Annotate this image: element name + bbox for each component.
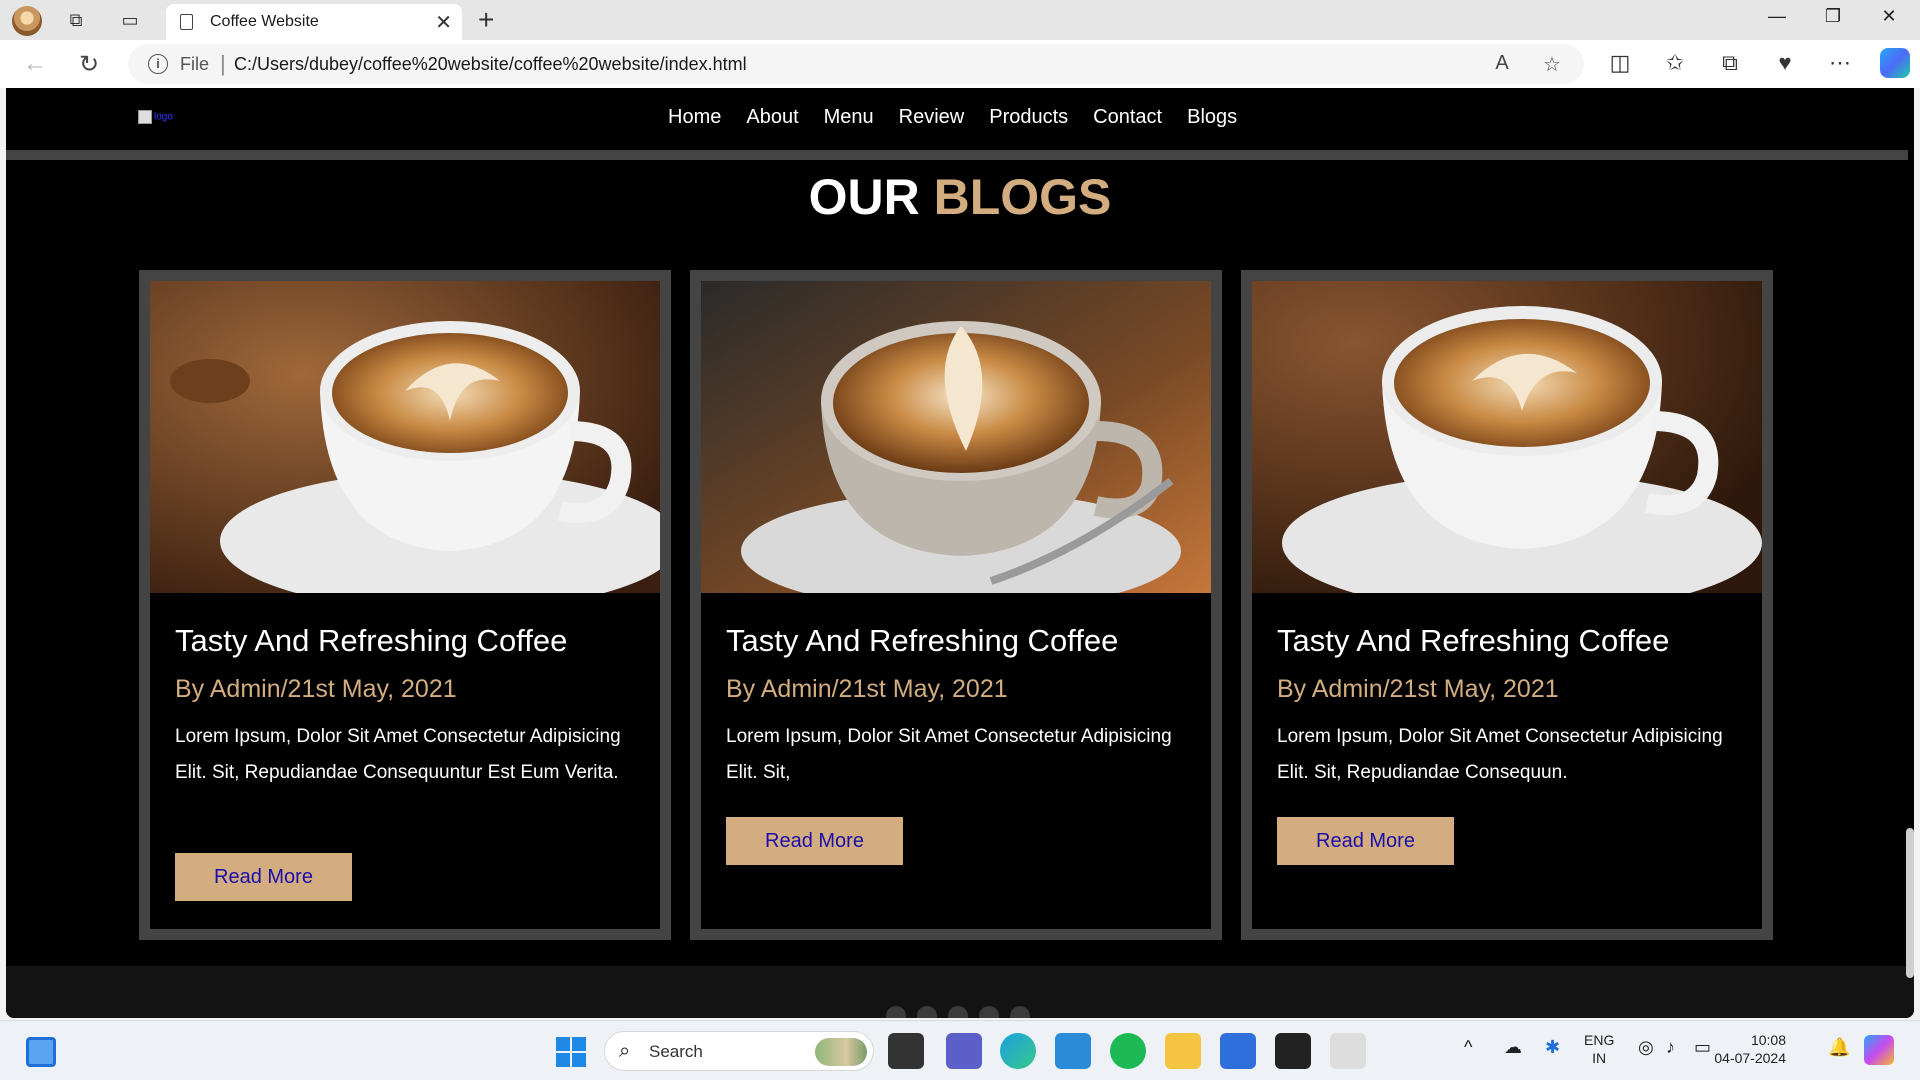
read-aloud-icon[interactable]: A xyxy=(1488,52,1516,75)
close-tab-icon[interactable]: ✕ xyxy=(435,10,452,35)
onedrive-icon[interactable]: ☁ xyxy=(1504,1037,1522,1058)
blog-card: Tasty And Refreshing Coffee By Admin/21s… xyxy=(139,270,671,940)
amazon-icon[interactable] xyxy=(1330,1033,1366,1069)
tab-title: Coffee Website xyxy=(210,13,319,30)
bluetooth-icon[interactable]: ✱ xyxy=(1545,1037,1560,1058)
new-tab-button[interactable]: + xyxy=(478,4,494,36)
read-more-button[interactable]: Read More xyxy=(1277,817,1454,865)
address-bar[interactable]: i File | C:/Users/dubey/coffee%20website… xyxy=(128,44,1584,84)
vscode-icon[interactable] xyxy=(1055,1033,1091,1069)
url-text[interactable]: C:/Users/dubey/coffee%20website/coffee%2… xyxy=(234,54,747,75)
blog-meta: By Admin/21st May, 2021 xyxy=(1277,675,1559,703)
search-icon: ⌕ xyxy=(619,1040,631,1062)
search-highlight-image xyxy=(815,1038,867,1066)
nav-link-home[interactable]: Home xyxy=(668,106,721,128)
carousel-dot[interactable] xyxy=(948,1006,968,1018)
site-header: logo Home About Menu Review Products Contact B… xyxy=(6,88,1914,150)
taskbar-search[interactable]: ⌕ Search xyxy=(604,1031,874,1071)
task-view-icon[interactable] xyxy=(888,1033,924,1069)
favorites-icon[interactable]: ✩ xyxy=(1660,50,1690,76)
refresh-button[interactable]: ↻ xyxy=(74,50,104,79)
vertical-tabs-icon[interactable]: ▭ xyxy=(118,8,142,32)
teams-icon[interactable] xyxy=(946,1033,982,1069)
blog-text: Lorem Ipsum, Dolor Sit Amet Consectetur … xyxy=(175,726,621,783)
page-viewport: logo Home About Menu Review Products Contact B… xyxy=(6,88,1914,1018)
network-icon[interactable]: ◎ xyxy=(1638,1037,1654,1058)
browser-essentials-icon[interactable]: ♥ xyxy=(1770,50,1800,76)
browser-toolbar: ← ↻ i File | C:/Users/dubey/coffee%20web… xyxy=(0,40,1920,88)
system-clock[interactable]: 10:08 04-07-2024 xyxy=(1706,1031,1786,1067)
volume-icon[interactable]: ♪ xyxy=(1666,1037,1675,1058)
document-icon xyxy=(180,14,193,30)
search-label: Search xyxy=(649,1042,703,1061)
heading-white: OUR xyxy=(808,169,920,225)
nav-link-products[interactable]: Products xyxy=(989,106,1068,128)
taskbar: ⌕ Search ^ ☁ ✱ ENG IN ◎ ♪ ▭ 10:08 04-07-… xyxy=(0,1020,1920,1080)
more-options-icon[interactable]: ⋯ xyxy=(1825,50,1855,76)
nav-link-review[interactable]: Review xyxy=(899,106,965,128)
store-icon[interactable] xyxy=(1220,1033,1256,1069)
heading-accent: Blogs xyxy=(933,169,1112,225)
nav-link-about[interactable]: About xyxy=(746,106,798,128)
section-heading: OUR Blogs xyxy=(6,168,1914,226)
restore-button[interactable]: ❐ xyxy=(1818,6,1848,27)
info-icon[interactable]: i xyxy=(148,54,168,74)
minimize-button[interactable]: — xyxy=(1762,6,1792,27)
carousel-dot[interactable] xyxy=(979,1006,999,1018)
collections-icon[interactable]: ⧉ xyxy=(1715,50,1745,76)
language-indicator[interactable]: ENG IN xyxy=(1584,1031,1614,1067)
blog-card: Tasty And Refreshing Coffee By Admin/21s… xyxy=(1241,270,1773,940)
copilot-icon[interactable] xyxy=(1880,48,1910,78)
widgets-icon[interactable] xyxy=(26,1037,56,1067)
clock-date: 04-07-2024 xyxy=(1714,1050,1786,1066)
split-screen-icon[interactable]: ◫ xyxy=(1605,50,1635,76)
carousel-dot[interactable] xyxy=(917,1006,937,1018)
url-scheme-label: File xyxy=(180,54,210,74)
blog-meta: By Admin/21st May, 2021 xyxy=(726,675,1008,703)
lang-line1: ENG xyxy=(1584,1032,1615,1048)
blog-text: Lorem Ipsum, Dolor Sit Amet Consectetur … xyxy=(1277,726,1723,783)
header-divider xyxy=(6,150,1908,160)
edge-icon[interactable] xyxy=(1000,1033,1036,1069)
coffee-cup-image xyxy=(1252,281,1762,593)
blog-title: Tasty And Refreshing Coffee xyxy=(726,623,1119,658)
lang-line2: IN xyxy=(1592,1050,1607,1066)
notifications-icon[interactable]: 🔔 xyxy=(1828,1037,1850,1058)
blog-meta: By Admin/21st May, 2021 xyxy=(175,675,457,703)
read-more-button[interactable]: Read More xyxy=(726,817,903,865)
url-separator: | xyxy=(220,51,226,76)
favorite-star-icon[interactable]: ☆ xyxy=(1538,52,1566,77)
carousel-dots xyxy=(886,1006,1041,1018)
site-logo[interactable]: logo xyxy=(138,110,173,124)
back-button[interactable]: ← xyxy=(20,50,50,78)
browser-title-bar: ⧉ ▭ Coffee Website ✕ + — ❐ ✕ xyxy=(0,0,1920,40)
coffee-cup-image xyxy=(701,281,1211,593)
carousel-dot[interactable] xyxy=(1010,1006,1030,1018)
blog-text: Lorem Ipsum, Dolor Sit Amet Consectetur … xyxy=(726,726,1172,783)
nav-link-blogs[interactable]: Blogs xyxy=(1187,106,1237,128)
tab-coffee-website[interactable]: Coffee Website ✕ xyxy=(166,4,462,40)
coffee-cup-image xyxy=(150,281,660,593)
broken-image-icon xyxy=(138,110,152,124)
logo-alt-text: logo xyxy=(154,111,173,123)
workspaces-icon[interactable]: ⧉ xyxy=(64,8,88,32)
read-more-button[interactable]: Read More xyxy=(175,853,352,901)
close-window-button[interactable]: ✕ xyxy=(1874,6,1904,27)
clock-time: 10:08 xyxy=(1750,1032,1786,1048)
profile-avatar[interactable] xyxy=(12,6,42,36)
copilot-taskbar-icon[interactable] xyxy=(1864,1035,1894,1065)
carousel-dot[interactable] xyxy=(886,1006,906,1018)
dropbox-icon[interactable] xyxy=(1275,1033,1311,1069)
nav-link-contact[interactable]: Contact xyxy=(1093,106,1162,128)
blog-card: Tasty And Refreshing Coffee By Admin/21s… xyxy=(690,270,1222,940)
nav-link-menu[interactable]: Menu xyxy=(824,106,874,128)
show-hidden-icons[interactable]: ^ xyxy=(1464,1037,1472,1058)
blog-title: Tasty And Refreshing Coffee xyxy=(1277,623,1670,658)
file-explorer-icon[interactable] xyxy=(1165,1033,1201,1069)
blog-title: Tasty And Refreshing Coffee xyxy=(175,623,568,658)
spotify-icon[interactable] xyxy=(1110,1033,1146,1069)
start-button[interactable] xyxy=(556,1037,586,1067)
page-scrollbar[interactable] xyxy=(1906,828,1914,978)
